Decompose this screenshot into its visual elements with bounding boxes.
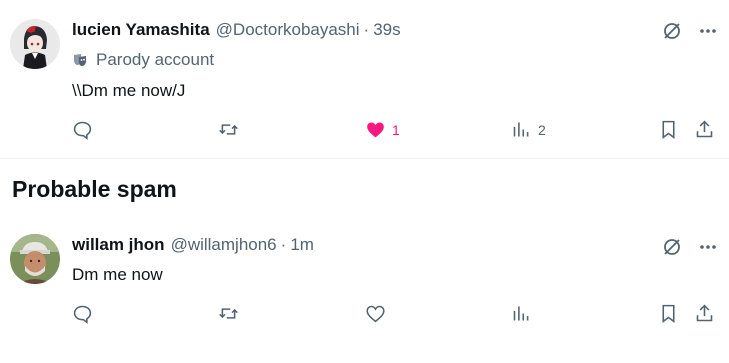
handle[interactable]: @Doctorkobayashi (216, 20, 360, 40)
repost-button[interactable] (218, 303, 239, 324)
separator: · (280, 235, 287, 254)
handle[interactable]: @willamjhon6 (171, 235, 277, 255)
timestamp[interactable]: 39s (373, 20, 400, 40)
more-icon[interactable] (697, 20, 719, 42)
bookmark-icon (662, 120, 675, 139)
tweet-actions: 1 2 (0, 119, 729, 143)
repost-icon (219, 124, 238, 135)
heart-filled-icon (367, 122, 384, 138)
tweet-text: Dm me now (72, 265, 163, 284)
views-count: 2 (538, 121, 546, 138)
share-button[interactable] (694, 119, 715, 140)
reply-button[interactable] (72, 119, 93, 140)
views-icon (513, 122, 529, 137)
repost-button[interactable] (218, 119, 239, 140)
grok-icon[interactable] (661, 236, 683, 258)
timestamp[interactable]: 1m (290, 235, 314, 255)
share-icon (696, 304, 713, 322)
views-button[interactable]: 2 (511, 119, 546, 140)
views-icon (513, 306, 529, 321)
bookmark-button[interactable] (658, 119, 679, 140)
like-count: 1 (392, 121, 400, 138)
reply-icon (73, 121, 92, 140)
avatar[interactable] (10, 234, 60, 284)
tweet-header: lucien Yamashita @Doctorkobayashi · 39s (72, 20, 401, 40)
heart-icon (366, 305, 385, 323)
like-button[interactable]: 1 (365, 119, 400, 140)
badge-label: Parody account (96, 50, 215, 69)
tweet-top-actions (661, 236, 719, 258)
share-icon (696, 120, 713, 138)
tweet-1[interactable]: lucien Yamashita @Doctorkobayashi · 39s … (0, 0, 729, 158)
divider (0, 158, 729, 159)
tweet-header: willam jhon @willamjhon6 · 1m (72, 235, 314, 255)
tweet-actions (0, 303, 729, 327)
display-name[interactable]: willam jhon (72, 235, 165, 255)
like-button[interactable] (365, 303, 392, 324)
repost-icon (219, 308, 238, 319)
bookmark-icon (662, 304, 675, 323)
parody-badge: Parody account (72, 50, 214, 70)
tweet-text: \\Dm me now/J (72, 81, 186, 100)
avatar[interactable] (10, 19, 60, 69)
section-title: Probable spam (12, 176, 177, 202)
parody-masks-icon (74, 54, 86, 66)
bookmark-button[interactable] (658, 303, 679, 324)
tweet-top-actions (661, 20, 719, 42)
reply-button[interactable] (72, 303, 93, 324)
separator: · (363, 20, 370, 39)
share-button[interactable] (694, 303, 715, 324)
more-icon[interactable] (697, 236, 719, 258)
display-name[interactable]: lucien Yamashita (72, 20, 210, 40)
tweet-2[interactable]: willam jhon @willamjhon6 · 1m Dm me now (0, 222, 729, 363)
views-button[interactable] (511, 303, 538, 324)
grok-icon[interactable] (661, 20, 683, 42)
reply-icon (73, 305, 92, 324)
